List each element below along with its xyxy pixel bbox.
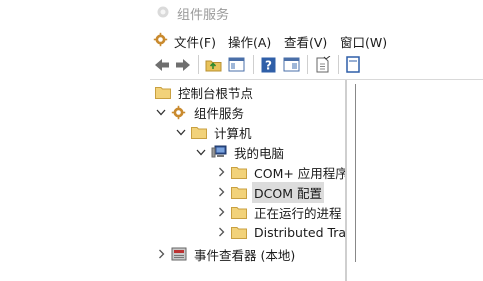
- toolbar-separator: [307, 55, 308, 74]
- tree-node-event-viewer[interactable]: 事件查看器 (本地): [155, 244, 297, 264]
- menu-window[interactable]: 窗口(W): [340, 32, 387, 51]
- folder-icon: [231, 225, 247, 239]
- details-divider: [355, 84, 356, 262]
- title-bar: 组件服务: [150, 0, 483, 26]
- chevron-right-icon[interactable]: [215, 166, 227, 178]
- tree-node-my-computer[interactable]: 我的电脑: [195, 142, 286, 162]
- folder-icon: [231, 185, 247, 199]
- computer-icon: [211, 145, 227, 159]
- folder-icon: [155, 85, 171, 99]
- properties-button[interactable]: [282, 55, 301, 74]
- tree-label-dcom-config: DCOM 配置: [252, 181, 324, 203]
- tree-node-component-services[interactable]: 组件服务: [155, 102, 246, 122]
- details-pane[interactable]: [347, 80, 483, 281]
- forward-arrow-icon: [175, 58, 190, 71]
- tree-label-console-root: 控制台根节点: [178, 85, 254, 101]
- component-services-window: 组件服务 文件(F) 操作(A) 查看(V) 窗口(W) ? 控制台根节点 组件…: [150, 0, 483, 281]
- tree-node-console-root[interactable]: 控制台根节点: [155, 82, 255, 102]
- tree-label-component-services: 组件服务: [194, 105, 245, 121]
- event-viewer-icon: [171, 247, 187, 261]
- toolbar-separator: [198, 55, 199, 74]
- tree-label-computers: 计算机: [214, 125, 252, 141]
- toolbar-separator: [253, 55, 254, 74]
- tree-label-com-apps: COM+ 应用程序: [254, 165, 345, 181]
- tree-node-distributed[interactable]: Distributed Trar: [215, 222, 345, 242]
- chevron-right-icon[interactable]: [215, 226, 227, 238]
- tree-label-distributed: Distributed Trar: [254, 224, 345, 240]
- tree-node-com-apps[interactable]: COM+ 应用程序: [215, 162, 345, 182]
- help-button[interactable]: ?: [259, 55, 278, 74]
- menu-file[interactable]: 文件(F): [174, 32, 216, 51]
- help-icon: ?: [261, 57, 276, 72]
- toolbar-separator: [338, 55, 339, 74]
- chevron-right-icon[interactable]: [215, 206, 227, 218]
- properties-icon: [283, 57, 300, 72]
- toolbar: ?: [150, 52, 483, 77]
- show-hide-tree-button[interactable]: [227, 55, 246, 74]
- back-button[interactable]: [152, 55, 171, 74]
- folder-icon: [231, 205, 247, 219]
- svg-text:?: ?: [265, 58, 272, 72]
- tree-node-dcom-config[interactable]: DCOM 配置: [215, 181, 324, 203]
- tree-pane[interactable]: 控制台根节点 组件服务 计算机 我的电脑 COM+ 应用程序 DCOM 配置 正…: [150, 80, 345, 281]
- tree-label-my-computer: 我的电脑: [234, 145, 285, 161]
- chevron-right-icon[interactable]: [215, 186, 227, 198]
- up-one-level-button[interactable]: [204, 55, 223, 74]
- menu-bar: 文件(F) 操作(A) 查看(V) 窗口(W): [150, 29, 483, 51]
- tree-label-running-processes: 正在运行的进程: [254, 205, 342, 221]
- back-arrow-icon: [154, 58, 169, 71]
- folder-icon: [191, 125, 207, 139]
- chevron-down-icon[interactable]: [155, 106, 167, 118]
- up-folder-icon: [205, 60, 222, 72]
- menu-action[interactable]: 操作(A): [228, 32, 271, 51]
- tree-node-computers[interactable]: 计算机: [175, 122, 254, 142]
- console-content: 控制台根节点 组件服务 计算机 我的电脑 COM+ 应用程序 DCOM 配置 正…: [150, 79, 483, 281]
- tree-node-running-processes[interactable]: 正在运行的进程: [215, 202, 344, 222]
- chevron-down-icon[interactable]: [195, 146, 207, 158]
- folder-icon: [231, 165, 247, 179]
- chevron-right-icon[interactable]: [155, 248, 167, 260]
- menu-view[interactable]: 查看(V): [284, 32, 327, 51]
- export-list-button[interactable]: [313, 55, 332, 74]
- forward-button[interactable]: [173, 55, 192, 74]
- chevron-down-icon[interactable]: [175, 126, 187, 138]
- show-hide-tree-icon: [228, 57, 245, 72]
- show-console-tree-button[interactable]: [343, 55, 362, 74]
- component-services-icon: [171, 105, 187, 119]
- console-menu-icon[interactable]: [153, 32, 168, 47]
- component-services-icon: [157, 6, 169, 18]
- show-console-tree-icon: [345, 56, 360, 73]
- export-list-icon: [316, 56, 331, 73]
- window-title: 组件服务: [177, 8, 230, 23]
- tree-label-event-viewer: 事件查看器 (本地): [194, 247, 296, 263]
